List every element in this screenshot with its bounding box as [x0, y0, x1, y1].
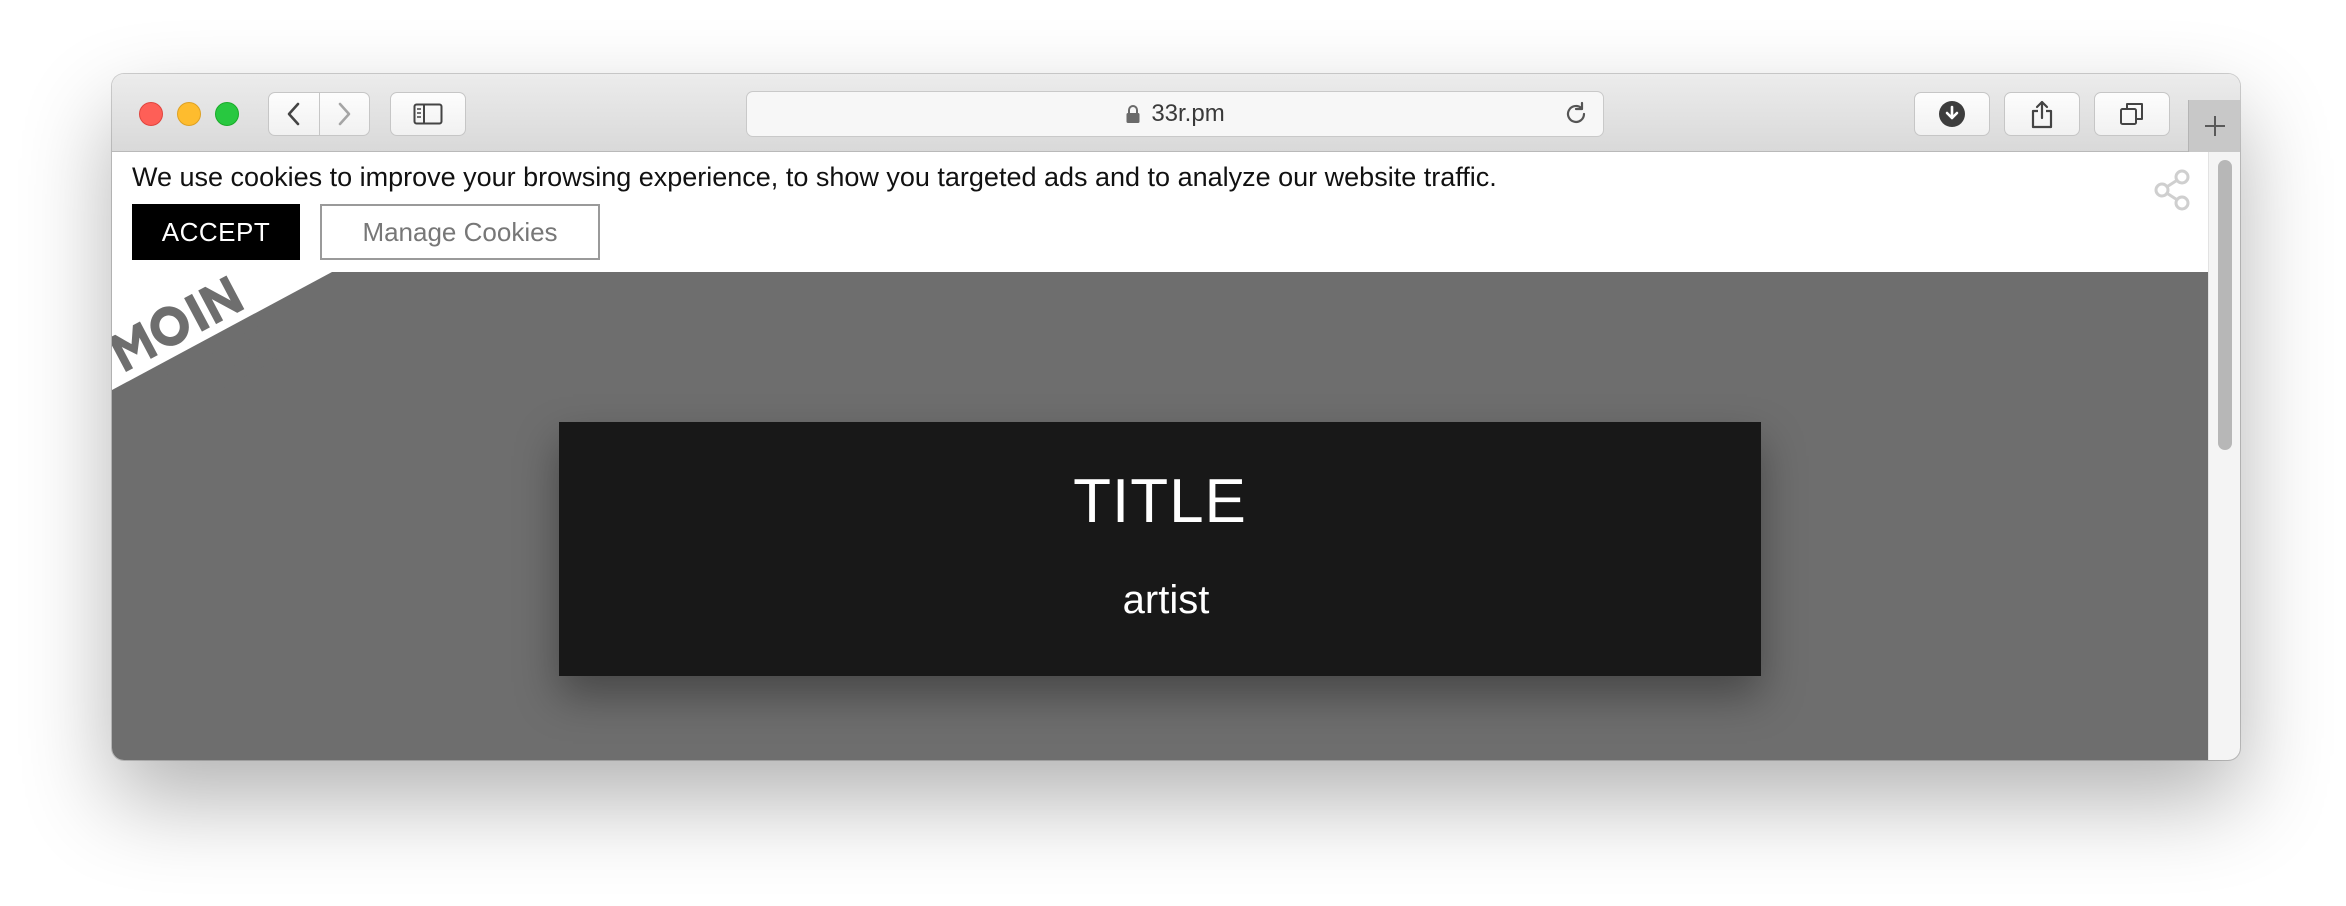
downloads-button[interactable] — [1914, 92, 1990, 136]
page-share-button[interactable] — [2152, 168, 2192, 217]
title-card: TITLE artist — [559, 422, 1761, 676]
manage-cookies-button[interactable]: Manage Cookies — [320, 204, 600, 260]
card-artist: artist — [1122, 578, 1210, 622]
maximize-window-button[interactable] — [215, 102, 239, 126]
sidebar-toggle-button[interactable] — [390, 92, 466, 136]
browser-window: 33r.pm We use cookies to improve your br… — [112, 74, 2240, 760]
close-window-button[interactable] — [139, 102, 163, 126]
url-text: 33r.pm — [1151, 100, 1225, 127]
page-content: We use cookies to improve your browsing … — [112, 152, 2240, 760]
back-button[interactable] — [269, 93, 319, 135]
reload-button[interactable] — [1563, 101, 1589, 132]
minimize-window-button[interactable] — [177, 102, 201, 126]
cookie-banner: We use cookies to improve your browsing … — [112, 152, 2208, 272]
download-icon — [1939, 101, 1965, 127]
address-display: 33r.pm — [747, 92, 1603, 136]
lock-icon — [1126, 105, 1140, 123]
sidebar-icon — [413, 103, 443, 125]
plus-icon — [2204, 116, 2225, 136]
card-title: TITLE — [1073, 467, 1247, 536]
share-icon — [2031, 100, 2053, 129]
reload-icon — [1566, 101, 1586, 123]
browser-toolbar: 33r.pm — [112, 74, 2240, 152]
chevron-left-icon — [287, 102, 300, 126]
new-tab-button[interactable] — [2188, 100, 2240, 152]
moin-link-logo[interactable] — [112, 272, 342, 412]
share-nodes-icon — [2154, 169, 2190, 211]
navigation-buttons — [268, 92, 370, 136]
logo-graphic — [112, 272, 332, 412]
cookie-message: We use cookies to improve your browsing … — [132, 162, 1497, 192]
forward-button[interactable] — [318, 93, 370, 135]
vertical-scrollbar[interactable] — [2208, 152, 2240, 760]
accept-cookies-button[interactable]: ACCEPT — [132, 204, 300, 260]
share-button[interactable] — [2004, 92, 2080, 136]
tabs-overview-icon — [2120, 103, 2143, 125]
chevron-right-icon — [338, 102, 351, 126]
tab-overview-button[interactable] — [2094, 92, 2170, 136]
address-bar[interactable]: 33r.pm — [746, 91, 1604, 137]
scrollbar-thumb[interactable] — [2218, 160, 2232, 450]
